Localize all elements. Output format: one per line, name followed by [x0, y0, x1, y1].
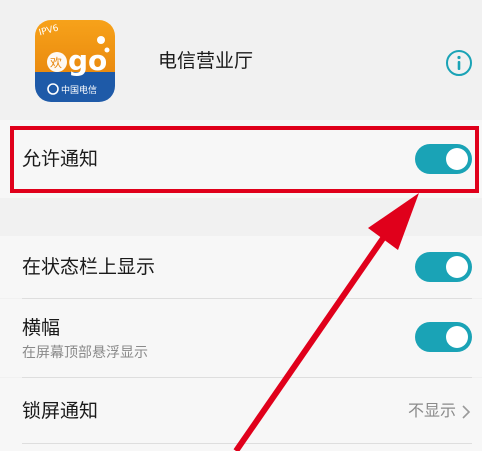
status-bar-toggle[interactable]: [415, 252, 472, 282]
banner-row[interactable]: 横幅 在屏幕顶部悬浮显示: [0, 299, 482, 377]
divider: [22, 443, 472, 444]
lock-screen-row[interactable]: 锁屏通知 不显示: [0, 378, 482, 451]
status-bar-row[interactable]: 在状态栏上显示: [0, 236, 482, 298]
banner-sublabel: 在屏幕顶部悬浮显示: [22, 345, 148, 361]
status-bar-label: 在状态栏上显示: [22, 256, 156, 278]
lock-screen-value: 不显示: [407, 401, 456, 420]
app-logo-icon: IPV6 欢 go 中国电信: [35, 20, 115, 102]
lock-screen-label: 锁屏通知: [22, 400, 99, 422]
banner-toggle[interactable]: [415, 322, 472, 352]
toggle-knob: [446, 256, 468, 278]
svg-text:中国电信: 中国电信: [61, 84, 97, 96]
app-header: IPV6 欢 go 中国电信 电信营业厅: [0, 0, 482, 120]
app-name: 电信营业厅: [158, 50, 254, 72]
info-icon[interactable]: [445, 49, 473, 77]
svg-text:欢: 欢: [50, 55, 62, 70]
banner-label: 横幅: [22, 317, 61, 339]
svg-text:go: go: [68, 44, 107, 77]
toggle-knob: [446, 326, 468, 348]
annotation-highlight-box: [10, 126, 479, 193]
chevron-right-icon: [460, 404, 472, 420]
